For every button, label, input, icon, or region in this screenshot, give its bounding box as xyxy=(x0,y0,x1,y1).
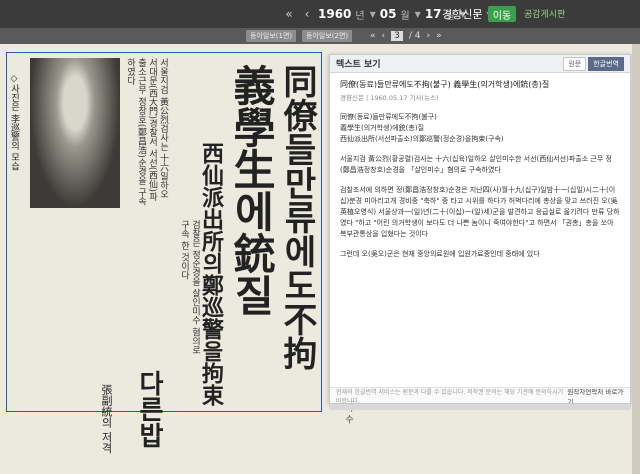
top-toolbar: « ‹ 1960 년 ▼ 05 월 ▼ 17 일 ▼ › 경향신문 ▼ 이동 공… xyxy=(0,0,640,28)
day-value[interactable]: 17 xyxy=(425,7,442,21)
view-toggle: 원문 한글번역 xyxy=(563,56,624,71)
newspaper-select[interactable]: 경향신문 ▼ xyxy=(442,5,493,23)
pager: « ‹ 3 / 4 › » xyxy=(370,29,442,43)
panel-body: 同僚(동료)들만류에도不拘(불구) 義學生(의거학생)에銃(총)질 경향신문 |… xyxy=(330,73,630,275)
panel-title: 텍스트 보기 xyxy=(336,60,381,70)
prev-page-icon[interactable]: ‹ xyxy=(382,31,386,41)
prev-date-icon[interactable]: « xyxy=(282,7,296,21)
headline-line-1: 同僚(동료)들만류에도不拘(불구) xyxy=(340,113,437,121)
headline-block: 同僚(동료)들만류에도不拘(불구) 義學生(의거학생)에銃(총)질 西仙派出所(… xyxy=(340,112,620,145)
article-title: 同僚(동료)들만류에도不拘(불구) 義學生(의거학생)에銃(총)질 xyxy=(340,80,550,89)
article-column-1: 서울지검 黃公烈검사는 十六일하오 서대문(西大門)경찰서 서선(西仙)파출소근… xyxy=(125,58,168,206)
last-page-icon[interactable]: » xyxy=(436,31,442,41)
headline-line-2: 義學生(의거학생)에銃(총)질 xyxy=(340,124,425,132)
panel-header: 텍스트 보기 원문 한글번역 xyxy=(330,55,630,73)
prev-day-icon[interactable]: ‹ xyxy=(300,7,314,21)
article-meta: 경향신문 | 1960.05.17 기사(뉴스) xyxy=(340,94,439,102)
month-unit: 월 xyxy=(400,10,410,22)
photo-caption: ◇사진은 李巡警의 모습 xyxy=(9,74,19,171)
paragraph-2: 검찰조서에 의하면 정(鄭昌浩정창호)순경은 지난四(사)월十九(십구)일밤十一… xyxy=(340,186,620,238)
year-value[interactable]: 1960 xyxy=(318,7,351,21)
paragraph-1: 서울지검 黃公烈(황공렬)검사는 十六(십육)일하오 살인미수한 서선(西仙서선… xyxy=(340,155,612,174)
original-text-tab[interactable]: 원문 xyxy=(563,56,587,71)
headline-1: 同僚들만류에도不拘 xyxy=(277,64,317,370)
headline-5: 張副統의 저격 xyxy=(100,384,113,454)
footer-notice: 현재의 한글번역 서비스는 원문과 다를 수 있습니다. 저작권 문의는 해당 … xyxy=(336,388,564,404)
headline-3: 西仙派出所의鄭巡警을拘束 xyxy=(198,142,224,406)
headline-4: 다른밥 xyxy=(134,370,164,448)
headline-line-3: 西仙派出所(서선파출소)의鄭巡警(정순경)을拘束(구속) xyxy=(340,135,504,143)
page-button-2[interactable]: 동아일보(2면) xyxy=(302,30,353,42)
year-dropdown-icon[interactable]: ▼ xyxy=(370,10,376,19)
headline-2: 義學生에銃질 xyxy=(227,64,276,316)
text-view-panel: 텍스트 보기 원문 한글번역 同僚(동료)들만류에도不拘(불구) 義學生(의거학… xyxy=(329,54,631,404)
public-board-link[interactable]: 공감게시판 xyxy=(524,7,565,20)
paragraph-3: 그런데 오(吳오)군은 현재 중앙의료원에 입원가료중인데 중태에 있다 xyxy=(340,250,540,258)
next-page-icon[interactable]: › xyxy=(426,31,430,41)
go-button[interactable]: 이동 xyxy=(488,6,516,22)
article-column-2: 검찰은 정순경을 살인미수 혐의로 구속 한 것이다 xyxy=(179,220,200,355)
current-page[interactable]: 3 xyxy=(391,31,403,41)
page-button-1[interactable]: 동아일보(1면) xyxy=(246,30,297,42)
korean-translation-tab[interactable]: 한글번역 xyxy=(588,56,624,71)
first-page-icon[interactable]: « xyxy=(370,31,376,41)
month-value[interactable]: 05 xyxy=(380,7,397,21)
panel-scrollbar[interactable] xyxy=(329,404,631,410)
article-photo xyxy=(30,58,120,208)
month-dropdown-icon[interactable]: ▼ xyxy=(415,10,421,19)
newspaper-value: 경향신문 xyxy=(442,8,483,21)
panel-footer: 현재의 한글번역 서비스는 원문과 다를 수 있습니다. 저작권 문의는 해당 … xyxy=(330,387,630,403)
page-scrollbar[interactable] xyxy=(632,44,640,474)
total-pages: / 4 xyxy=(408,31,421,41)
year-unit: 년 xyxy=(355,10,365,22)
page-toolbar: 동아일보(1면) 동아일보(2면) « ‹ 3 / 4 › » xyxy=(0,28,640,44)
author-contact-link[interactable]: 원작자연락처 바로가기 xyxy=(567,386,624,404)
